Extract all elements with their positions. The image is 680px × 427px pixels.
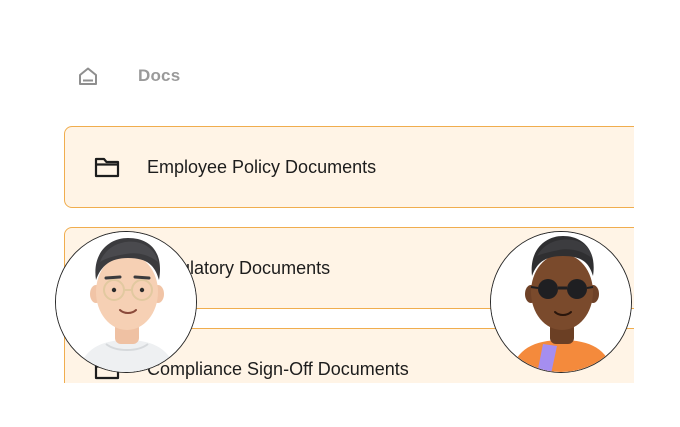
- breadcrumb: Docs: [76, 62, 180, 90]
- user-avatar-glasses[interactable]: [55, 231, 197, 373]
- docs-page: Docs Employee Policy Documents Regulator…: [0, 0, 680, 427]
- breadcrumb-docs[interactable]: Docs: [138, 66, 180, 86]
- home-icon[interactable]: [76, 64, 100, 88]
- folder-icon: [94, 156, 120, 178]
- folder-label: Compliance Sign-Off Documents: [147, 358, 409, 379]
- folder-row-employee-policy[interactable]: Employee Policy Documents: [64, 126, 634, 208]
- user-avatar-sunglasses[interactable]: [490, 231, 632, 373]
- folder-label: Employee Policy Documents: [147, 156, 377, 177]
